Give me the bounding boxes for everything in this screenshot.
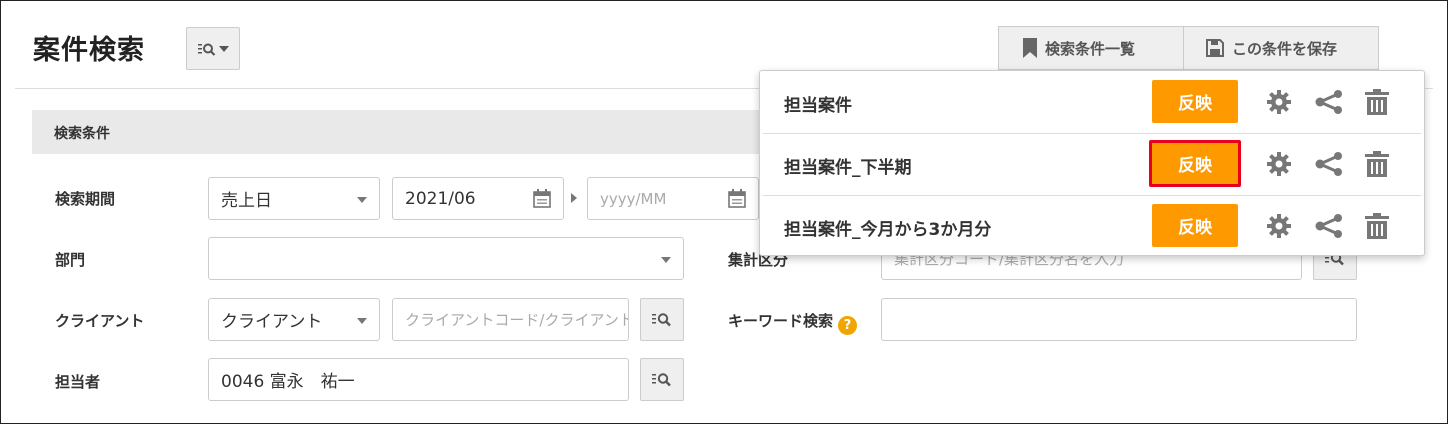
save-condition-label: この条件を保存 — [1232, 39, 1338, 58]
separator — [763, 195, 1421, 196]
period-from-input[interactable]: 2021/06 — [392, 177, 564, 220]
apply-button[interactable]: 反映 — [1149, 140, 1241, 187]
saved-conditions-dropdown: 担当案件 反映 担当案件_下半期 反映 担当案件_今月から3か月分 反映 — [759, 70, 1425, 256]
keyword-label-text: キーワード検索 — [728, 312, 834, 330]
gear-icon[interactable] — [1266, 213, 1292, 239]
department-label: 部門 — [55, 251, 86, 269]
header-button-group: 検索条件一覧 この条件を保存 — [998, 26, 1379, 70]
period-type-select[interactable]: 売上日 — [208, 177, 380, 220]
list-search-icon — [197, 43, 215, 56]
keyword-input[interactable] — [881, 298, 1357, 341]
assignee-search-button[interactable] — [640, 358, 684, 401]
bookmark-icon — [1023, 38, 1037, 58]
apply-button[interactable]: 反映 — [1152, 80, 1238, 123]
chevron-down-icon — [218, 45, 229, 52]
assignee-input[interactable]: 0046 富永 祐一 — [208, 358, 629, 401]
trash-icon[interactable] — [1365, 213, 1389, 239]
assignee-label: 担当者 — [55, 373, 101, 391]
search-conditions-header: 検索条件 — [32, 110, 792, 154]
saved-condition-item[interactable]: 担当案件_今月から3か月分 反映 — [760, 195, 1424, 257]
save-icon — [1206, 39, 1224, 57]
page-title: 案件検索 — [33, 35, 145, 66]
chevron-down-icon — [357, 318, 367, 324]
separator — [763, 133, 1421, 134]
saved-condition-name: 担当案件 — [784, 96, 852, 116]
share-icon[interactable] — [1315, 89, 1343, 115]
help-icon[interactable]: ? — [838, 316, 858, 335]
saved-conditions-label: 検索条件一覧 — [1045, 39, 1136, 58]
period-from-value: 2021/06 — [405, 188, 476, 209]
apply-button[interactable]: 反映 — [1152, 204, 1238, 247]
list-search-icon — [652, 313, 671, 327]
department-select[interactable] — [208, 237, 684, 280]
share-icon[interactable] — [1315, 151, 1343, 177]
chevron-down-icon — [661, 257, 671, 263]
list-search-icon — [652, 373, 671, 387]
calendar-icon[interactable] — [728, 189, 746, 208]
client-search-button[interactable] — [640, 298, 684, 341]
trash-icon[interactable] — [1365, 151, 1389, 177]
saved-condition-name: 担当案件_下半期 — [784, 158, 912, 178]
trash-icon[interactable] — [1365, 89, 1389, 115]
search-menu-button[interactable] — [186, 27, 240, 70]
client-label: クライアント — [55, 312, 145, 330]
saved-conditions-button[interactable]: 検索条件一覧 — [999, 27, 1183, 69]
calendar-icon[interactable] — [533, 189, 551, 208]
period-label: 検索期間 — [55, 190, 116, 208]
keyword-label: キーワード検索? — [728, 310, 858, 335]
period-type-value: 売上日 — [221, 191, 272, 211]
gear-icon[interactable] — [1266, 89, 1292, 115]
period-to-placeholder: yyyy/MM — [600, 189, 667, 208]
share-icon[interactable] — [1315, 213, 1343, 239]
saved-condition-item[interactable]: 担当案件_下半期 反映 — [760, 133, 1424, 195]
saved-condition-item[interactable]: 担当案件 反映 — [760, 71, 1424, 133]
client-input[interactable]: クライアントコード/クライアント名を入力 — [392, 298, 629, 341]
chevron-down-icon — [357, 197, 367, 203]
client-type-value: クライアント — [221, 312, 323, 332]
save-condition-button[interactable]: この条件を保存 — [1183, 27, 1378, 69]
gear-icon[interactable] — [1266, 151, 1292, 177]
range-arrow-icon — [571, 193, 577, 203]
assignee-value: 0046 富永 祐一 — [221, 372, 355, 392]
period-to-input[interactable]: yyyy/MM — [587, 177, 759, 220]
client-placeholder: クライアントコード/クライアント名を入力 — [405, 311, 628, 329]
client-type-select[interactable]: クライアント — [208, 298, 380, 341]
saved-condition-name: 担当案件_今月から3か月分 — [784, 220, 992, 240]
